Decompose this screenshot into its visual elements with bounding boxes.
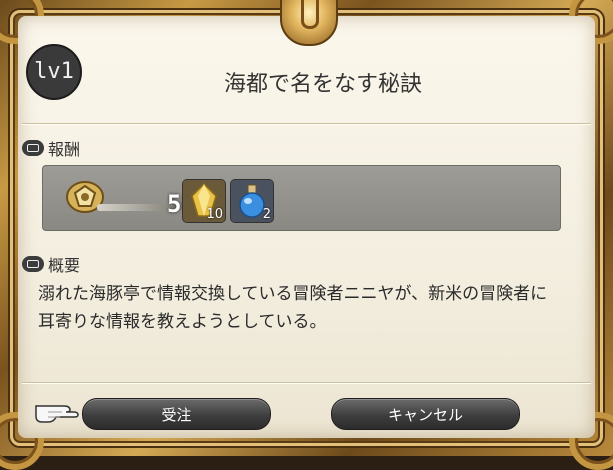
pointing-hand-cursor-icon [35,405,79,423]
summary-heading-label: 概要 [48,256,81,275]
quest-summary: 溺れた海豚亭で情報交換している冒険者ニニヤが、新米の冒険者に耳寄りな情報を教えよ… [38,284,548,332]
divider [22,382,591,383]
level-badge: lv1 [26,44,82,100]
item-count: 10 [206,207,223,222]
reward-item-slot[interactable]: 10 [182,179,226,223]
accept-button[interactable]: 受注 [82,398,271,430]
divider [22,123,591,124]
rewards-heading: 報酬 [22,136,80,160]
reward-item-slot[interactable]: 2 [230,179,274,223]
book-icon [22,256,44,272]
quest-dialog: lv1 海都で名をなす秘訣 報酬 50 10 [18,16,595,438]
quest-title: 海都で名をなす秘訣 [223,72,422,97]
reward-section-icon [22,140,44,156]
cancel-button[interactable]: キャンセル [331,398,520,430]
summary-heading: 概要 [22,252,80,276]
item-count: 2 [262,207,271,222]
rewards-heading-label: 報酬 [48,140,81,159]
reward-box: 50 10 2 [42,165,561,231]
